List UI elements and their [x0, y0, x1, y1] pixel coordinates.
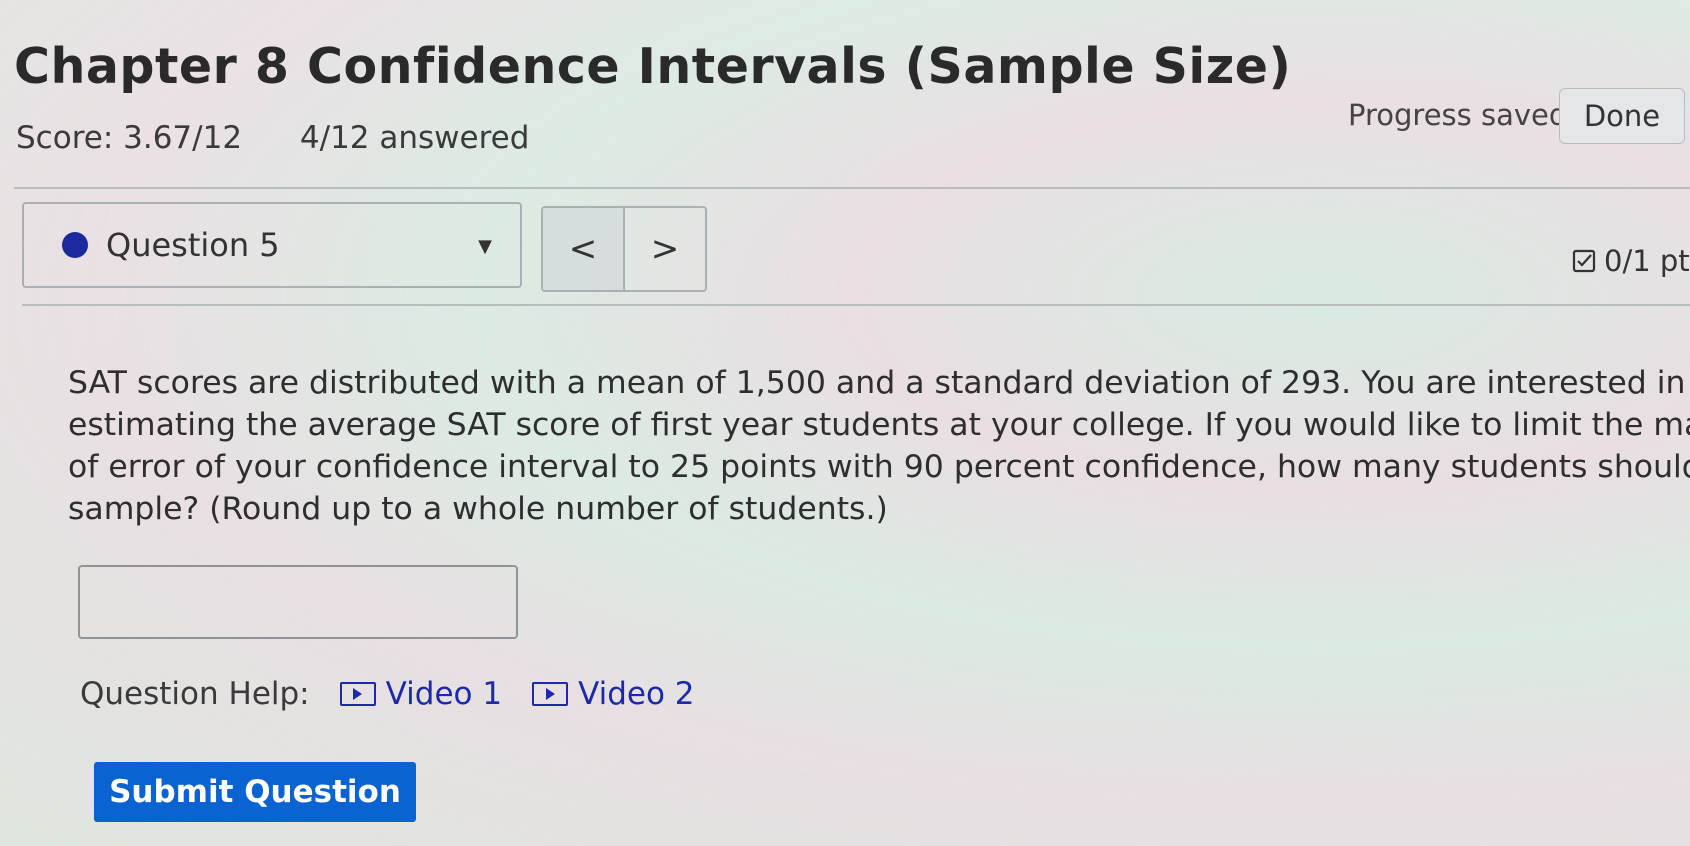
- question-line: of error of your confidence interval to …: [68, 449, 1690, 485]
- question-selector-label: Question 5: [106, 226, 280, 264]
- checkbox-icon: [1572, 249, 1596, 273]
- video-1-link[interactable]: Video 1: [339, 676, 503, 712]
- progress-status: Progress saved: [1348, 98, 1568, 132]
- nav-divider: [22, 304, 1690, 306]
- caret-down-icon: ▼: [478, 236, 492, 257]
- question-text: SAT scores are distributed with a mean o…: [68, 362, 1690, 530]
- question-line: SAT scores are distributed with a mean o…: [68, 365, 1686, 401]
- answer-input[interactable]: [78, 565, 518, 639]
- answered-count: 4/12 answered: [299, 120, 530, 156]
- submit-question-button[interactable]: Submit Question: [94, 762, 416, 822]
- points-text: 0/1 pt: [1604, 244, 1690, 278]
- done-button[interactable]: Done: [1559, 88, 1685, 144]
- question-selector[interactable]: Question 5 ▼: [22, 202, 522, 288]
- video-play-icon: [339, 682, 376, 706]
- header-divider: [14, 187, 1690, 189]
- points-indicator: 0/1 pt: [1572, 244, 1690, 278]
- page-title: Chapter 8 Confidence Intervals (Sample S…: [14, 38, 1292, 95]
- next-question-button[interactable]: >: [625, 208, 705, 290]
- question-help-label: Question Help:: [80, 676, 310, 712]
- video-1-label: Video 1: [385, 676, 503, 712]
- status-dot-icon: [62, 232, 88, 258]
- video-play-icon: [532, 682, 569, 706]
- question-nav: < >: [541, 206, 707, 292]
- video-2-label: Video 2: [578, 676, 695, 712]
- score-line: Score: 3.67/12 4/12 answered: [16, 120, 529, 156]
- video-2-link[interactable]: Video 2: [532, 676, 695, 712]
- score-text: Score: 3.67/12: [16, 120, 243, 156]
- question-line: estimating the average SAT score of firs…: [68, 407, 1690, 443]
- prev-question-button[interactable]: <: [543, 208, 625, 290]
- question-line: sample? (Round up to a whole number of s…: [68, 491, 888, 527]
- question-help: Question Help: Video 1 Video 2: [80, 676, 695, 712]
